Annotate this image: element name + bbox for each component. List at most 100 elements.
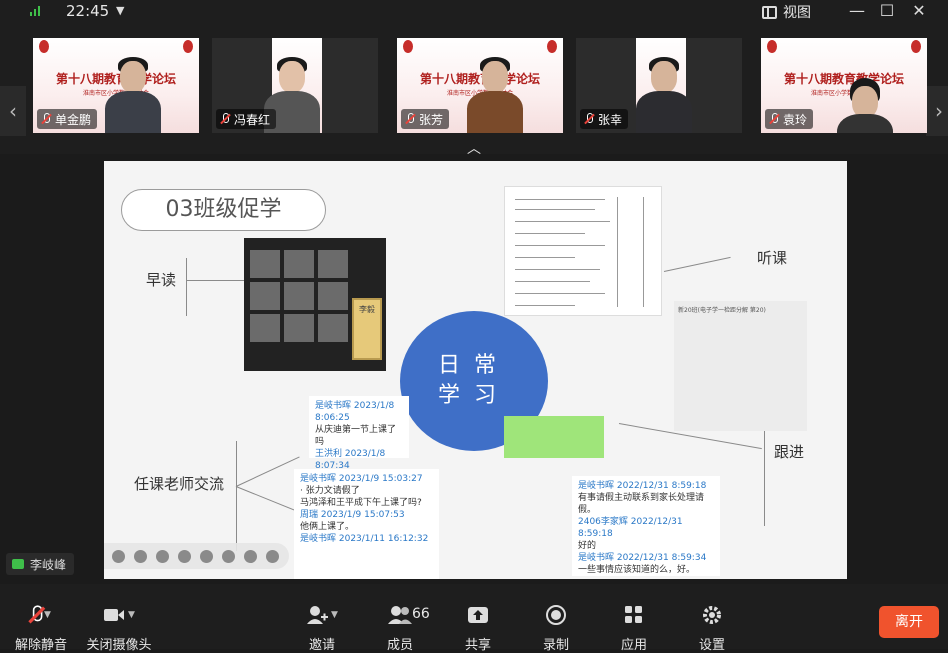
participant-name-tag: 袁玲 [765, 109, 814, 129]
participant-video[interactable]: 张幸 [576, 38, 742, 133]
members-label: 成员 [386, 638, 413, 653]
share-label: 共享 [464, 638, 491, 653]
mic-muted-icon [769, 113, 779, 125]
chat-screenshot-2: 是岐书晖 2023/1/9 15:03:27 · 张力文请假了 马鸿泽和王平成下… [294, 469, 439, 579]
participant-person [103, 53, 163, 133]
participant-name-tag: 张幸 [580, 109, 629, 129]
scroll-image: 李毅 [352, 298, 382, 360]
participant-name: 冯春红 [234, 112, 271, 127]
view-button[interactable]: 视图 [762, 2, 811, 22]
presenter-name: 李岐峰 [30, 557, 67, 572]
apps-grid-icon [625, 606, 642, 623]
connector-line [235, 456, 300, 487]
participant-name: 张芳 [419, 112, 444, 127]
participant-video[interactable]: 冯春红 [212, 38, 378, 133]
shared-screen-area: 03班级促学 早读 听课 跟进 任课老师交流 李毅 日常 学习 新20班(电子学… [0, 156, 948, 584]
participant-name: 单金鹏 [55, 112, 92, 127]
strip-next-button[interactable]: › [926, 86, 948, 136]
view-label: 视图 [783, 5, 811, 21]
video-icon[interactable] [200, 549, 213, 563]
connector-line [186, 258, 187, 316]
apps-button[interactable]: 应用 [599, 602, 669, 653]
chevron-down-icon[interactable]: ▼ [331, 610, 338, 620]
group-chat-screenshot: 新20班(电子学一检距分解 第20) [674, 301, 807, 431]
chevron-down-icon[interactable]: ▼ [44, 610, 51, 620]
record-icon [546, 605, 566, 625]
connector-line [186, 280, 244, 281]
camera-label: 关闭摄像头 [86, 638, 152, 653]
participant-name-tag: 冯春红 [216, 109, 277, 129]
meeting-time: 22:45 [66, 2, 110, 20]
label-listen-class: 听课 [757, 249, 788, 267]
chevron-down-icon[interactable]: ▼ [128, 610, 135, 620]
mic-muted-icon [220, 113, 230, 125]
unmute-label: 解除静音 [14, 638, 67, 653]
mic-muted-icon [28, 605, 44, 624]
pen-icon[interactable] [156, 549, 169, 563]
participant-name-tag: 单金鹏 [37, 109, 98, 129]
chevron-down-icon[interactable]: ▼ [116, 4, 124, 17]
mic-muted-icon [584, 113, 594, 125]
participant-name-tag: 张芳 [401, 109, 450, 129]
meeting-toolbar: ▼ 解除静音 ▼ 关闭摄像头 ▼ 邀请 成员 66 共享 录制 应用 设置 离开 [0, 584, 948, 653]
label-morning-reading: 早读 [146, 271, 177, 289]
gear-icon [703, 606, 721, 624]
connector-line [235, 486, 302, 514]
participant-person [465, 53, 525, 133]
apps-label: 应用 [620, 638, 647, 653]
collapse-strip-button[interactable]: ︿ [467, 138, 481, 158]
comment-icon[interactable] [222, 549, 235, 563]
collapse-toolbar-icon[interactable] [266, 549, 279, 563]
chat-screenshot-3: 是岐书晖 2022/12/31 8:59:18 有事请假主动联系到家长处理请假。… [572, 476, 720, 576]
member-count: 66 [412, 606, 430, 622]
annotation-toolbar [104, 543, 289, 569]
chat-screenshot-1: 是岐书晖 2023/1/8 8:06:25 从庆迪第一节上课了吗 王洪利 202… [309, 396, 409, 483]
settings-button[interactable]: 设置 [677, 602, 747, 653]
green-message-bubble [504, 416, 604, 458]
shared-slide: 03班级促学 早读 听课 跟进 任课老师交流 李毅 日常 学习 新20班(电子学… [104, 161, 847, 579]
participant-video[interactable]: 第十八期教育教学论坛 淮南市区小学数学研讨会 单金鹏 [33, 38, 199, 133]
mic-muted-icon [41, 113, 51, 125]
strip-prev-button[interactable]: ‹ [0, 86, 26, 136]
unmute-button[interactable]: ▼ 解除静音 [6, 602, 76, 653]
add-user-icon [307, 606, 329, 624]
camera-icon [104, 609, 125, 621]
group-chat-title: 新20班(电子学一检距分解 第20) [678, 307, 766, 314]
participant-video[interactable]: 第十八期教育教学论坛 淮南市区小学数学研讨会 张芳 [397, 38, 563, 133]
mic-muted-icon [405, 113, 415, 125]
network-signal-icon [30, 6, 42, 16]
participant-name: 张幸 [598, 112, 623, 127]
camera-button[interactable]: ▼ 关闭摄像头 [84, 602, 154, 653]
record-label: 录制 [542, 638, 569, 653]
close-button[interactable]: ✕ [907, 1, 931, 21]
fullscreen-icon[interactable] [178, 549, 191, 563]
settings-label: 设置 [698, 638, 725, 653]
more-icon[interactable] [244, 549, 257, 563]
slide-title: 03班级促学 [121, 189, 326, 231]
participant-name: 袁玲 [783, 112, 808, 127]
center-line-2: 学习 [437, 383, 510, 408]
label-teacher-exchange: 任课老师交流 [134, 475, 225, 493]
next-slide-icon[interactable] [134, 549, 147, 563]
prev-slide-icon[interactable] [112, 549, 125, 563]
participant-person [634, 53, 694, 133]
participant-video[interactable]: 第十八期教育教学论坛 淮南市区小学数学研讨会 袁玲 [761, 38, 927, 133]
invite-label: 邀请 [308, 638, 335, 653]
connector-line [236, 441, 237, 551]
members-icon [388, 606, 412, 624]
lesson-record-document [504, 186, 662, 316]
leave-button[interactable]: 离开 [879, 606, 939, 638]
label-follow-up: 跟进 [774, 443, 805, 461]
record-button[interactable]: 录制 [521, 602, 591, 653]
minimize-button[interactable]: — [845, 1, 869, 21]
maximize-button[interactable]: ☐ [875, 1, 899, 21]
presenter-badge: 李岐峰 [6, 553, 75, 575]
share-screen-icon [468, 607, 488, 623]
center-line-1: 日常 [437, 353, 510, 378]
scroll-text: 李毅 [359, 305, 375, 314]
share-button[interactable]: 共享 [443, 602, 513, 653]
screen-share-icon [12, 559, 24, 569]
morning-reading-screenshot: 李毅 [244, 238, 386, 371]
participant-person [835, 78, 895, 133]
invite-button[interactable]: ▼ 邀请 [287, 602, 357, 653]
